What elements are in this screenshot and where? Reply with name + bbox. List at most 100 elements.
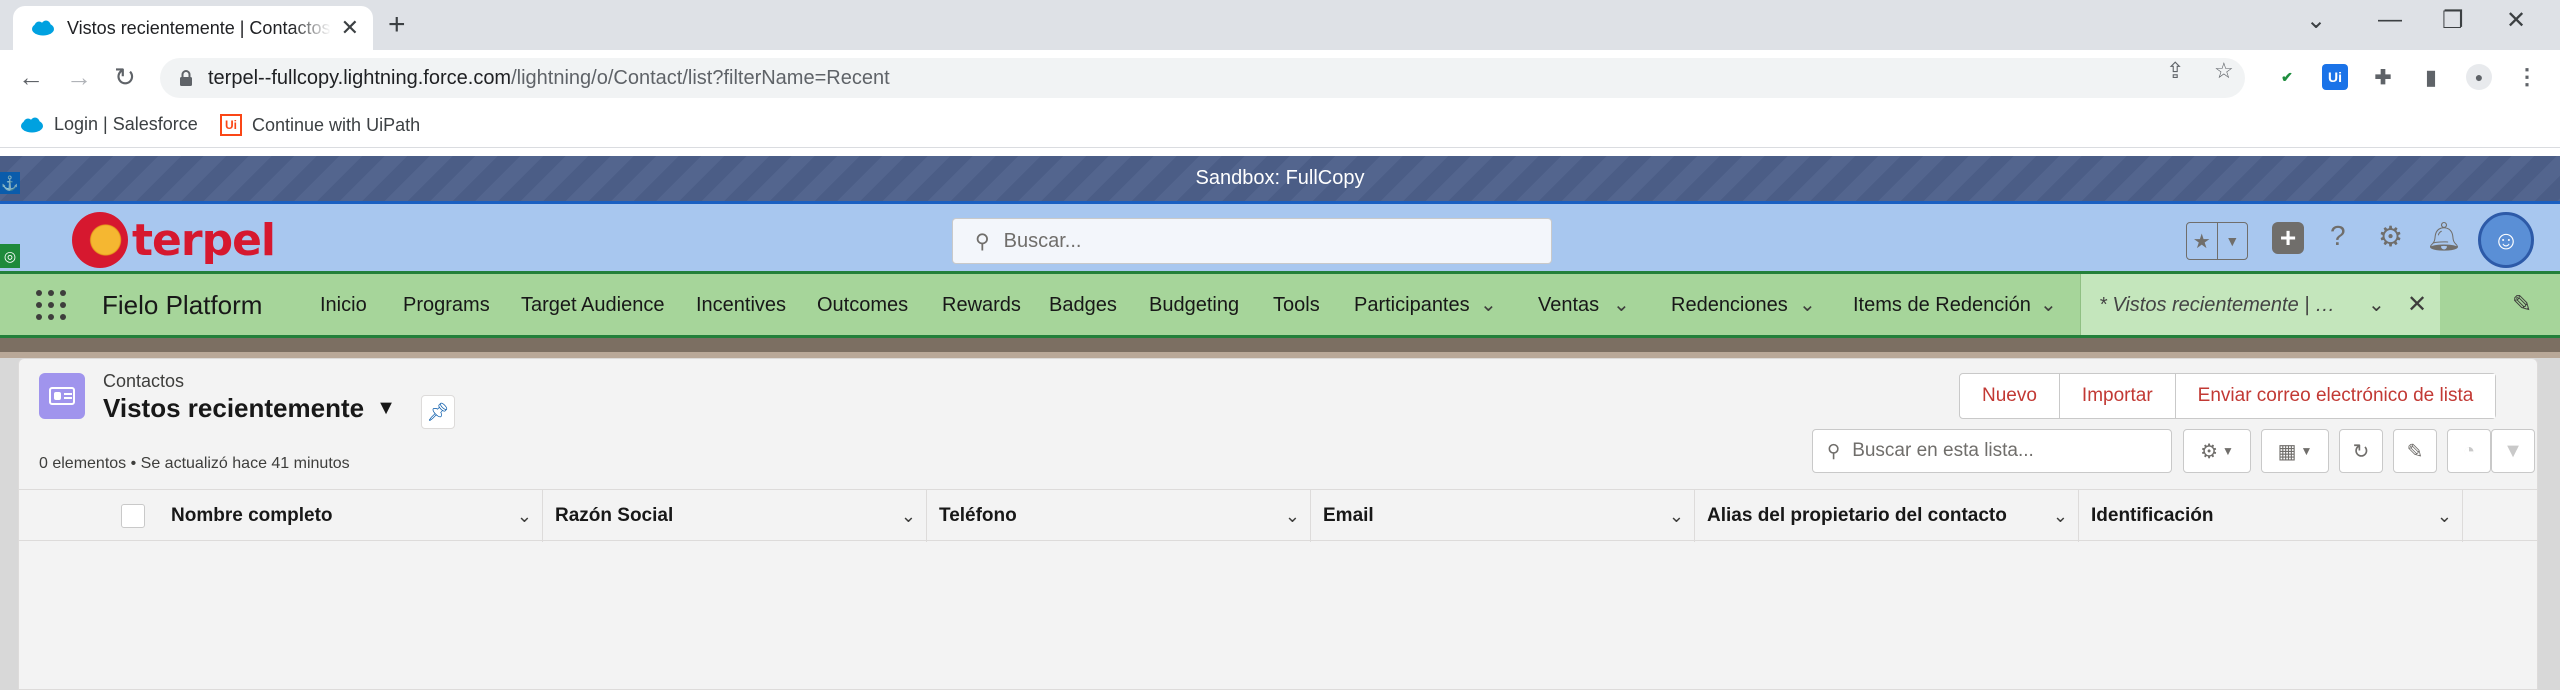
column-header-alias-propietario[interactable]: Alias del propietario del contacto ⌄ bbox=[1695, 490, 2079, 542]
active-tab-label: * Vistos recientemente | Contactos bbox=[2099, 294, 2349, 316]
active-workspace-tab[interactable]: * Vistos recientemente | Contactos ⌄ ✕ bbox=[2080, 274, 2440, 335]
salesforce-cloud-icon bbox=[32, 20, 54, 36]
terpel-logo-text: terpel bbox=[132, 214, 276, 266]
new-button[interactable]: Nuevo bbox=[1960, 374, 2059, 418]
list-view-selector[interactable]: Vistos recientemente ▼ bbox=[103, 393, 396, 424]
charts-icon[interactable]: ◔ bbox=[2447, 429, 2491, 473]
chevron-down-icon[interactable]: ⌄ bbox=[1669, 506, 1684, 527]
nav-item-ventas[interactable]: Ventas bbox=[1538, 294, 1599, 317]
global-search-input[interactable]: ⚲ Buscar... bbox=[952, 218, 1552, 264]
extensions-puzzle-icon[interactable]: ✚ bbox=[2370, 64, 2396, 90]
chevron-down-icon[interactable]: ⌄ bbox=[1480, 292, 1497, 317]
app-navigation-bar: Fielo Platform Inicio Programs Target Au… bbox=[0, 274, 2560, 338]
bookmark-label: Continue with UiPath bbox=[252, 114, 421, 135]
chevron-down-icon[interactable]: ⌄ bbox=[517, 506, 532, 527]
sandbox-banner: Sandbox: FullCopy bbox=[0, 156, 2560, 201]
new-tab-button[interactable]: + bbox=[388, 10, 406, 40]
column-header-telefono[interactable]: Teléfono ⌄ bbox=[927, 490, 1311, 542]
minimize-button[interactable]: — bbox=[2378, 6, 2402, 34]
uipath-extension-icon[interactable]: Ui bbox=[2322, 64, 2348, 90]
setup-gear-icon[interactable]: ⚙ bbox=[2378, 220, 2403, 253]
pin-icon[interactable]: 📌︎ bbox=[421, 395, 455, 429]
global-search-placeholder: Buscar... bbox=[1003, 229, 1082, 252]
restore-button[interactable]: ❐ bbox=[2442, 6, 2464, 35]
filter-icon[interactable]: ▼ bbox=[2491, 429, 2535, 473]
browser-tab[interactable]: Vistos recientemente | Contactos | Sales… bbox=[13, 6, 373, 50]
list-search-placeholder: Buscar en esta lista... bbox=[1852, 440, 2034, 461]
profile-icon[interactable]: ● bbox=[2466, 64, 2492, 90]
chevron-down-icon[interactable]: ⌄ bbox=[901, 506, 916, 527]
close-tab-icon[interactable]: ✕ bbox=[341, 15, 359, 41]
edit-nav-pencil-icon[interactable]: ✎ bbox=[2512, 290, 2532, 319]
caret-down-icon: ▼ bbox=[376, 397, 396, 419]
uipath-icon: Ui bbox=[220, 114, 242, 136]
chevron-down-icon[interactable]: ⌄ bbox=[1285, 506, 1300, 527]
url-path: /lightning/o/Contact/list?filterName=Rec… bbox=[511, 66, 890, 89]
column-header-razon-social[interactable]: Razón Social ⌄ bbox=[543, 490, 927, 542]
target-icon[interactable]: ◎ bbox=[0, 244, 20, 268]
list-search-input[interactable]: ⚲ Buscar en esta lista... bbox=[1812, 429, 2172, 473]
display-as-table-icon[interactable]: ▦ ▼ bbox=[2261, 429, 2329, 473]
bookmark-star-icon[interactable]: ☆ bbox=[2214, 58, 2234, 84]
refresh-icon[interactable]: ↻ bbox=[2339, 429, 2383, 473]
nav-item-badges[interactable]: Badges bbox=[1049, 294, 1117, 317]
help-icon[interactable]: ? bbox=[2330, 220, 2346, 252]
tab-search-icon[interactable]: ⌄ bbox=[2306, 6, 2326, 35]
column-header-nombre-completo[interactable]: Nombre completo ⌄ bbox=[159, 490, 543, 542]
share-icon[interactable]: ⇪ bbox=[2166, 58, 2184, 84]
list-view-controls-gear-icon[interactable]: ⚙ ▼ bbox=[2183, 429, 2251, 473]
nav-item-redenciones[interactable]: Redenciones bbox=[1671, 294, 1788, 317]
nav-item-items-de-redencion[interactable]: Items de Redención bbox=[1853, 294, 2031, 317]
bookmark-continue-uipath[interactable]: Ui Continue with UiPath bbox=[220, 114, 420, 136]
chevron-down-icon[interactable]: ⌄ bbox=[2040, 292, 2057, 317]
forward-icon[interactable]: → bbox=[66, 62, 92, 92]
back-icon[interactable]: ← bbox=[18, 62, 44, 92]
close-window-button[interactable]: ✕ bbox=[2506, 6, 2526, 35]
app-launcher-icon[interactable] bbox=[36, 290, 66, 320]
edit-list-pencil-icon[interactable]: ✎ bbox=[2393, 429, 2437, 473]
side-panel-icon[interactable]: ▮ bbox=[2418, 64, 2444, 90]
search-icon: ⚲ bbox=[1827, 440, 1841, 461]
table-header: Nombre completo ⌄ Razón Social ⌄ Teléfon… bbox=[19, 489, 2537, 542]
column-header-identificacion[interactable]: Identificación ⌄ bbox=[2079, 490, 2463, 542]
nav-item-outcomes[interactable]: Outcomes bbox=[817, 294, 908, 317]
chevron-down-icon[interactable]: ⌄ bbox=[2053, 506, 2068, 527]
nav-item-programs[interactable]: Programs bbox=[403, 294, 490, 317]
extension-check-icon[interactable]: ✔ bbox=[2274, 64, 2300, 90]
nav-item-rewards[interactable]: Rewards bbox=[942, 294, 1021, 317]
address-bar[interactable]: terpel--fullcopy.lightning.force.com/lig… bbox=[160, 58, 2245, 98]
chevron-down-icon[interactable]: ⌄ bbox=[2437, 506, 2452, 527]
notifications-bell-icon[interactable]: 🔔︎ bbox=[2426, 220, 2462, 253]
chevron-down-icon[interactable]: ⌄ bbox=[1613, 292, 1630, 317]
global-actions-plus-icon[interactable]: + bbox=[2272, 222, 2304, 254]
column-header-email[interactable]: Email ⌄ bbox=[1311, 490, 1695, 542]
nav-item-participantes[interactable]: Participantes bbox=[1354, 294, 1470, 317]
reload-icon[interactable]: ↻ bbox=[114, 62, 136, 92]
bookmark-login-salesforce[interactable]: Login | Salesforce bbox=[20, 114, 198, 135]
user-avatar[interactable]: ☺ bbox=[2478, 212, 2534, 268]
select-all-checkbox[interactable] bbox=[121, 504, 145, 528]
chevron-down-icon[interactable]: ⌄ bbox=[1799, 292, 1816, 317]
column-label: Alias del propietario del contacto bbox=[1707, 505, 2007, 526]
terpel-logo[interactable]: terpel bbox=[72, 212, 276, 268]
contact-object-icon bbox=[39, 373, 85, 419]
chevron-down-icon[interactable]: ⌄ bbox=[2368, 292, 2385, 317]
close-icon[interactable]: ✕ bbox=[2407, 290, 2427, 319]
column-label: Razón Social bbox=[555, 505, 674, 526]
favorites-button-group[interactable]: ★ ▼ bbox=[2186, 222, 2248, 260]
favorites-star-icon[interactable]: ★ bbox=[2187, 223, 2217, 259]
nav-item-inicio[interactable]: Inicio bbox=[320, 294, 367, 317]
send-list-email-button[interactable]: Enviar correo electrónico de lista bbox=[2174, 374, 2496, 418]
nav-item-tools[interactable]: Tools bbox=[1273, 294, 1320, 317]
column-label: Email bbox=[1323, 505, 1374, 526]
favorites-dropdown-icon[interactable]: ▼ bbox=[2216, 223, 2248, 259]
anchor-icon[interactable]: ⚓ bbox=[0, 172, 20, 194]
nav-item-target-audience[interactable]: Target Audience bbox=[521, 294, 664, 317]
import-button[interactable]: Importar bbox=[2058, 374, 2175, 418]
nav-item-incentives[interactable]: Incentives bbox=[696, 294, 786, 317]
menu-kebab-icon[interactable]: ⋮ bbox=[2514, 64, 2540, 90]
list-status-text: 0 elementos • Se actualizó hace 41 minut… bbox=[39, 455, 350, 472]
nav-item-budgeting[interactable]: Budgeting bbox=[1149, 294, 1239, 317]
object-label: Contactos bbox=[103, 371, 185, 391]
app-name: Fielo Platform bbox=[102, 290, 263, 320]
